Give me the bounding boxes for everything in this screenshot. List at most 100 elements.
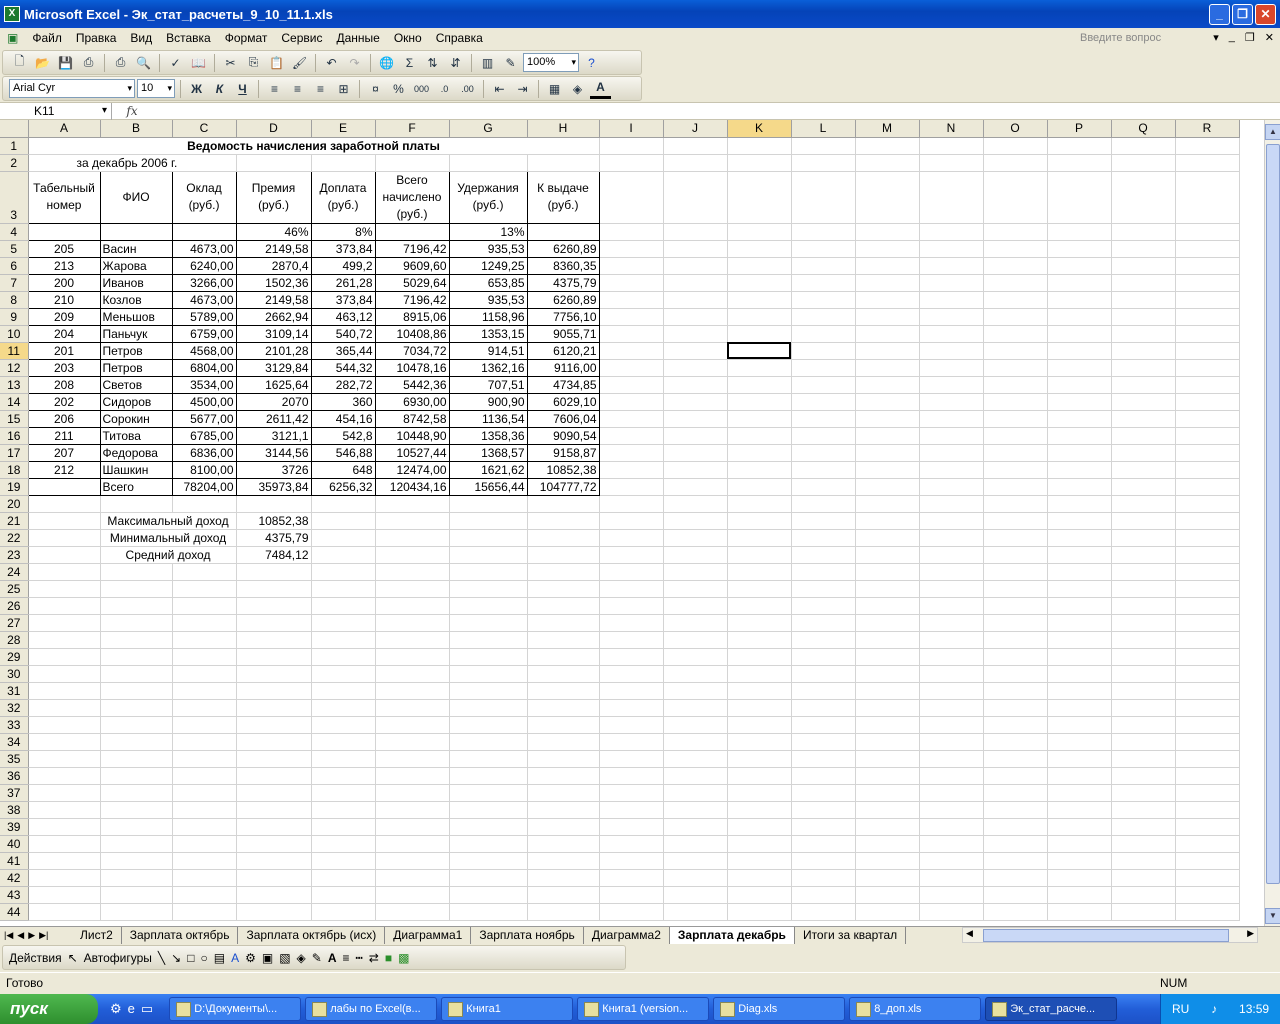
cell[interactable] xyxy=(375,886,450,904)
cell[interactable] xyxy=(727,342,792,360)
cell[interactable] xyxy=(527,546,600,564)
cell[interactable] xyxy=(1047,512,1112,530)
cell[interactable] xyxy=(791,852,856,870)
cell[interactable] xyxy=(1175,631,1240,649)
cell[interactable] xyxy=(311,580,376,598)
cell[interactable] xyxy=(1111,410,1176,428)
cell[interactable] xyxy=(855,597,920,615)
cell[interactable] xyxy=(791,274,856,292)
cell[interactable] xyxy=(449,852,528,870)
row-header[interactable]: 37 xyxy=(0,784,29,802)
menu-tools[interactable]: Сервис xyxy=(274,29,329,48)
cell[interactable] xyxy=(375,154,450,172)
cell[interactable] xyxy=(1047,665,1112,683)
amount-cell[interactable]: 6804,00 xyxy=(171,358,237,377)
cell[interactable] xyxy=(791,291,856,309)
cell[interactable] xyxy=(172,801,237,819)
oval-icon[interactable]: ○ xyxy=(200,951,207,965)
cell[interactable] xyxy=(791,835,856,853)
cell[interactable] xyxy=(311,495,376,513)
amount-cell[interactable]: 8915,06 xyxy=(374,307,450,326)
cell[interactable] xyxy=(449,512,528,530)
cell[interactable] xyxy=(727,359,792,377)
cell[interactable] xyxy=(28,614,101,632)
cell[interactable] xyxy=(375,563,450,581)
cell[interactable] xyxy=(1111,665,1176,683)
cell[interactable] xyxy=(99,222,173,241)
cell[interactable] xyxy=(1047,546,1112,564)
select-all-corner[interactable] xyxy=(0,120,29,138)
cell[interactable] xyxy=(727,529,792,547)
cell[interactable] xyxy=(449,631,528,649)
cell[interactable] xyxy=(236,886,312,904)
cell[interactable] xyxy=(311,154,376,172)
cell[interactable] xyxy=(449,529,528,547)
cell[interactable] xyxy=(599,886,664,904)
cell[interactable] xyxy=(599,665,664,683)
cell[interactable] xyxy=(28,648,101,666)
cell[interactable] xyxy=(28,580,101,598)
cell[interactable] xyxy=(599,648,664,666)
cell[interactable] xyxy=(1111,546,1176,564)
column-header[interactable]: Q xyxy=(1111,120,1176,138)
cell[interactable] xyxy=(236,665,312,683)
cell[interactable] xyxy=(236,580,312,598)
chart-wizard-icon[interactable]: ▥ xyxy=(477,52,498,73)
cell[interactable] xyxy=(599,529,664,547)
cell[interactable] xyxy=(449,716,528,734)
cell[interactable] xyxy=(172,784,237,802)
cell[interactable] xyxy=(172,699,237,717)
rate-deduct[interactable]: 13% xyxy=(448,222,528,241)
row-header[interactable]: 4 xyxy=(0,223,29,241)
cell[interactable] xyxy=(599,614,664,632)
cell[interactable] xyxy=(1175,359,1240,377)
cell[interactable] xyxy=(28,512,101,530)
amount-cell[interactable]: 2611,42 xyxy=(235,409,312,428)
taskbar-item[interactable]: Книга1 xyxy=(441,997,574,1021)
cell[interactable] xyxy=(919,359,984,377)
cell[interactable] xyxy=(449,614,528,632)
cell[interactable] xyxy=(855,240,920,258)
cell[interactable] xyxy=(855,852,920,870)
cell[interactable] xyxy=(1111,308,1176,326)
cell[interactable] xyxy=(449,801,528,819)
cell[interactable] xyxy=(1111,784,1176,802)
cell[interactable] xyxy=(727,903,792,921)
cell[interactable] xyxy=(28,886,101,904)
employee-id[interactable]: 210 xyxy=(27,290,101,309)
cell[interactable] xyxy=(919,886,984,904)
cell[interactable] xyxy=(28,784,101,802)
cell[interactable] xyxy=(1111,818,1176,836)
stat-label[interactable]: Средний доход xyxy=(100,546,237,564)
cell[interactable] xyxy=(527,580,600,598)
employee-id[interactable]: 211 xyxy=(27,426,101,445)
amount-cell[interactable]: 454,16 xyxy=(310,409,376,428)
doc-minimize-button[interactable]: ▾ xyxy=(1213,31,1219,44)
line-color-icon[interactable]: ✎ xyxy=(312,951,322,965)
stat-value[interactable]: 4375,79 xyxy=(236,529,312,547)
cell[interactable] xyxy=(1047,137,1112,155)
horizontal-scrollbar[interactable]: ◀ ▶ xyxy=(962,927,1258,943)
cell[interactable] xyxy=(919,546,984,564)
cell[interactable] xyxy=(1047,563,1112,581)
employee-id[interactable]: 205 xyxy=(27,239,101,258)
cell[interactable] xyxy=(236,903,312,921)
cell[interactable] xyxy=(100,835,173,853)
cell[interactable] xyxy=(727,665,792,683)
cell[interactable] xyxy=(855,580,920,598)
cell[interactable] xyxy=(100,665,173,683)
row-header[interactable]: 25 xyxy=(0,580,29,598)
cell[interactable] xyxy=(172,733,237,751)
cell[interactable] xyxy=(599,359,664,377)
cell[interactable] xyxy=(599,852,664,870)
row-header[interactable]: 34 xyxy=(0,733,29,751)
cell[interactable] xyxy=(1111,597,1176,615)
cell[interactable] xyxy=(983,801,1048,819)
amount-cell[interactable]: 1502,36 xyxy=(235,273,312,292)
cell[interactable] xyxy=(599,461,664,479)
cell[interactable] xyxy=(983,699,1048,717)
amount-cell[interactable]: 10527,44 xyxy=(374,443,450,462)
cell[interactable] xyxy=(1047,427,1112,445)
row-header[interactable]: 8 xyxy=(0,291,29,309)
cell[interactable] xyxy=(855,563,920,581)
